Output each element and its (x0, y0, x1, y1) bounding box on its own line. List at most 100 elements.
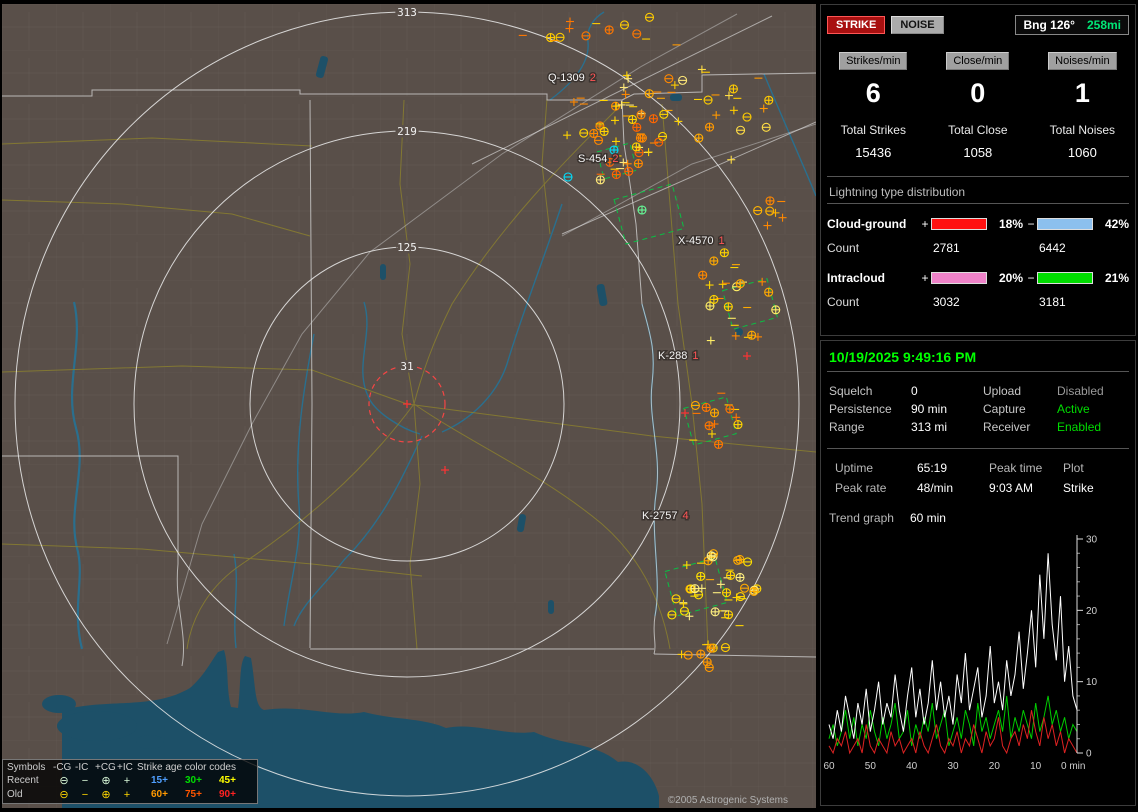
map-legend: Symbols -CG -IC +CG +IC Strike age color code… (2, 759, 258, 804)
capture-label: Capture (983, 402, 1026, 416)
strikes-per-min-value: 6 (865, 78, 881, 108)
total-close-label: Total Close (948, 123, 1008, 137)
trend-graph-header: Trend graph 60 min (821, 503, 1135, 527)
range-label: Range (829, 420, 865, 434)
persistence-value: 90 min (911, 402, 948, 416)
ic-plus-count: 3032 (933, 295, 960, 309)
strike-symbol (696, 649, 706, 659)
cg-plus-pct: 18% (998, 217, 1023, 231)
trend-x-tick-label: 40 (906, 761, 918, 772)
strike-symbol (637, 205, 647, 215)
storm-cell-label[interactable]: K-2757 4 (641, 509, 691, 524)
noises-per-min-label[interactable]: Noises/min (1048, 52, 1117, 70)
strike-symbol (733, 420, 743, 430)
strike-symbol (604, 25, 614, 35)
copyright-text: ©2005 Astrogenic Systems (667, 795, 788, 806)
range-ring-label: 219 (397, 125, 417, 138)
ic-minus-bar (1037, 272, 1093, 284)
trend-series-strikes_per_min (828, 553, 1078, 739)
persistence-label: Persistence (829, 402, 892, 416)
legend-age-code: 15+ (151, 775, 168, 786)
strikes-per-min-label[interactable]: Strikes/min (839, 52, 908, 70)
trend-x-tick-label: 30 (947, 761, 959, 772)
strike-symbol (631, 142, 641, 152)
strike-symbol (735, 572, 745, 583)
intracloud-row: Intracloud + 20% − 21% (821, 266, 1135, 290)
strike-toggle-button[interactable]: STRIKE (827, 16, 886, 34)
capture-value: Active (1057, 402, 1090, 416)
ic-minus-count: 3181 (1039, 295, 1066, 309)
range-value: 313 mi (911, 420, 948, 434)
ic-plus-bar (931, 272, 987, 284)
strike-symbol (749, 586, 759, 596)
strike-symbol (709, 408, 720, 418)
strike-symbol (636, 110, 646, 120)
strike-symbol (735, 279, 745, 289)
distribution-title: Lightning type distribution (827, 185, 1129, 204)
cg-minus-bar (1037, 218, 1093, 230)
strike-symbol (644, 89, 654, 99)
legend-symbol-glyph: + (123, 788, 131, 801)
storm-cell-label[interactable]: S-454 2 (577, 152, 620, 167)
lightning-map-canvas[interactable]: 31321912531 Q-1309 2S-454 2X-4570 1K-288 1K-… (2, 4, 816, 808)
trend-graph-window: 60 min (909, 511, 946, 525)
trend-y-tick-label: 30 (1086, 535, 1098, 546)
trend-y-tick-label: 0 (1086, 749, 1092, 760)
bearing-display: Bng 126° 258mi (1015, 15, 1129, 35)
plus-sign: + (921, 271, 929, 285)
close-per-min-value: 0 (970, 78, 986, 108)
lightning-map[interactable]: 313 219 125 31 Q-1309 2 S-454 2 X-4570 1 K-288 1 K-… (2, 4, 816, 808)
legend-symbol-glyph: ⊕ (101, 789, 111, 801)
trend-x-tick-label: 50 (865, 761, 877, 772)
cg-plus-count: 2781 (933, 241, 960, 255)
legend-symbol-glyph: − (81, 774, 89, 787)
range-ring-label: 313 (397, 6, 417, 19)
strike-symbol (747, 330, 757, 340)
statistics-box: STRIKE NOISE Bng 126° 258mi Strikes/min … (820, 4, 1136, 336)
squelch-label: Squelch (829, 384, 873, 398)
strike-symbol (771, 305, 781, 315)
strike-symbol (698, 270, 708, 280)
legend-type-header: +IC (117, 762, 133, 773)
trend-graph[interactable]: 30 20 10 0 60 50 40 30 20 10 0 min (823, 529, 1135, 785)
legend-type-header: -CG (53, 762, 72, 773)
minus-sign: − (1027, 271, 1035, 285)
receiver-value: Enabled (1057, 420, 1102, 434)
peak-time-label: Peak time (989, 461, 1043, 475)
legend-symbol-glyph: ⊕ (101, 775, 111, 787)
upload-value: Disabled (1057, 384, 1104, 398)
strike-symbol (719, 248, 729, 258)
total-noises-label: Total Noises (1049, 123, 1116, 137)
total-strikes-value: 15436 (855, 145, 892, 160)
peak-rate-value: 48/min (917, 481, 954, 495)
close-per-min-label[interactable]: Close/min (946, 52, 1010, 70)
strike-symbol (633, 159, 643, 169)
strike-symbol (710, 607, 720, 617)
intracloud-label: Intracloud (827, 271, 886, 285)
strike-symbol (706, 551, 716, 561)
range-ring-label: 31 (400, 360, 413, 373)
legend-symbol-glyph: ⊖ (59, 775, 69, 787)
strike-symbol (595, 121, 605, 131)
strike-symbol (595, 175, 605, 185)
ic-plus-pct: 20% (998, 271, 1023, 285)
strike-symbol (721, 588, 732, 598)
uptime-label: Uptime (835, 461, 874, 475)
strike-symbol (709, 294, 719, 304)
ic-minus-pct: 21% (1104, 271, 1129, 285)
legend-age-code: 60+ (151, 789, 168, 800)
strike-symbol (694, 133, 704, 143)
legend-row-label: Recent (7, 775, 39, 786)
storm-cell-label[interactable]: K-288 1 (657, 349, 700, 364)
strike-symbol (764, 95, 774, 105)
peak-rate-label: Peak rate (835, 481, 887, 495)
legend-age-title: Strike age color codes (137, 762, 236, 773)
legend-age-code: 30+ (185, 775, 202, 786)
nexstorm-app: 313 219 125 31 Q-1309 2 S-454 2 X-4570 1 K-288 1 K-… (0, 0, 1138, 812)
trend-y-tick-label: 20 (1086, 606, 1098, 617)
cloud-ground-row: Cloud-ground + 18% − 42% (821, 212, 1135, 236)
storm-cell-label[interactable]: X-4570 1 (677, 234, 727, 249)
noise-toggle-button[interactable]: NOISE (891, 16, 944, 34)
settings-grid: Squelch 0 Upload Disabled Persistence 90… (821, 372, 1135, 444)
plot-label: Plot (1063, 461, 1084, 475)
